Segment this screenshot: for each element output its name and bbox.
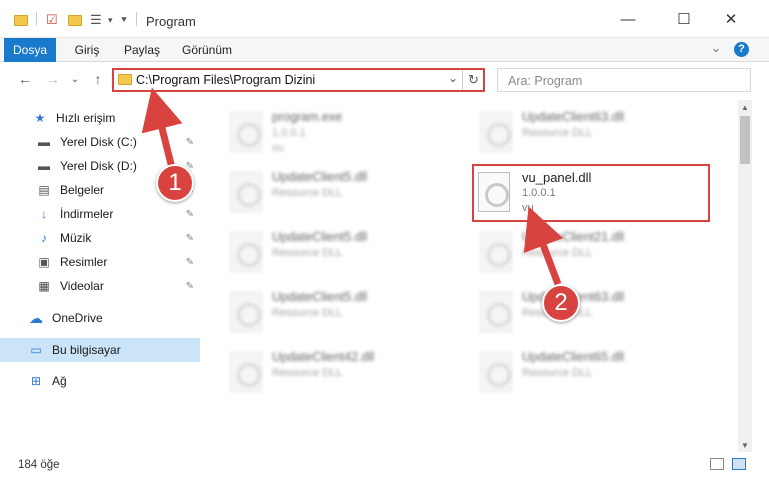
arrow-2: [523, 206, 564, 286]
step-badge-2: 2: [542, 284, 580, 322]
step-badge-1: 1: [156, 164, 194, 202]
arrow-1: [141, 87, 183, 169]
annotation-arrows: [141, 87, 564, 286]
